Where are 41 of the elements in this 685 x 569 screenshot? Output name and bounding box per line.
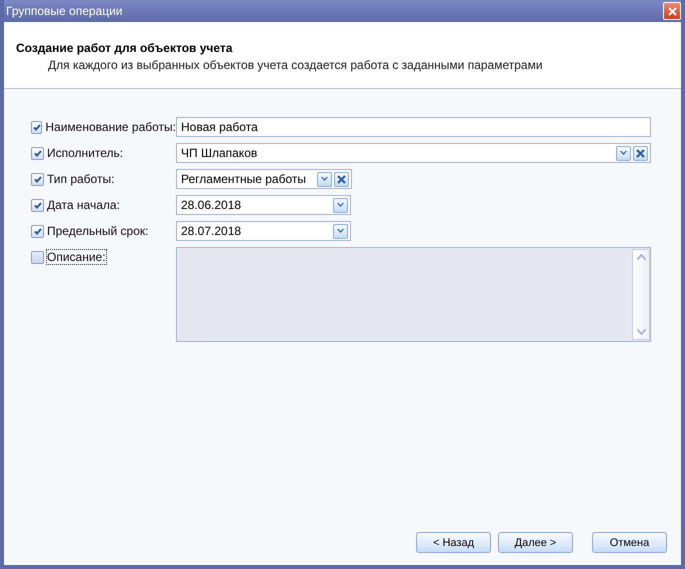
close-button[interactable] [663, 2, 681, 20]
dropdown-icon [620, 150, 627, 156]
header-title: Создание работ для объектов учета [16, 41, 234, 55]
clear-button[interactable] [334, 172, 349, 186]
checkbox[interactable] [31, 147, 44, 160]
wizard-button[interactable]: Далее > [498, 532, 573, 553]
date-field[interactable]: 28.06.2018 [176, 195, 351, 215]
date-field[interactable]: 28.07.2018 [176, 221, 351, 241]
header-subtitle: Для каждого из выбранных объектов учета создается работа с заданными параметрами [47, 58, 544, 72]
field-label: Тип работы: [47, 172, 114, 186]
field-label: Исполнитель: [47, 146, 124, 160]
checkbox[interactable] [31, 251, 44, 264]
dropdown-icon [337, 228, 344, 234]
wizard-button[interactable]: < Назад [416, 532, 491, 553]
dropdown-icon [337, 202, 344, 208]
description-field[interactable] [176, 247, 651, 342]
field-label: Предельный срок: [47, 224, 148, 238]
combo-field[interactable]: Регламентные работы [176, 169, 352, 189]
checkbox[interactable] [31, 199, 44, 212]
dropdown-button[interactable] [317, 172, 332, 186]
checkbox[interactable] [31, 225, 44, 238]
clear-icon [337, 174, 346, 184]
combo-field[interactable]: ЧП Шлапаков [176, 143, 651, 163]
window-title: Групповые операции [5, 4, 123, 18]
scroll-down-icon [636, 329, 646, 335]
dropdown-button[interactable] [333, 198, 348, 212]
wizard-button[interactable]: Отмена [592, 532, 667, 553]
field-label: Описание: [47, 250, 106, 264]
checkbox[interactable] [31, 121, 42, 134]
close-icon [668, 6, 676, 16]
field-label: Дата начала: [47, 198, 120, 212]
clear-button[interactable] [633, 146, 648, 160]
dropdown-icon [321, 176, 328, 182]
scroll-up-icon [636, 254, 646, 260]
dropdown-button[interactable] [616, 146, 631, 160]
checkbox[interactable] [31, 173, 44, 186]
scrollbar[interactable] [632, 249, 650, 340]
field-label: Наименование работы: [45, 120, 176, 134]
text-field[interactable]: Новая работа [176, 117, 651, 137]
dropdown-button[interactable] [333, 224, 348, 238]
clear-icon [636, 148, 645, 158]
